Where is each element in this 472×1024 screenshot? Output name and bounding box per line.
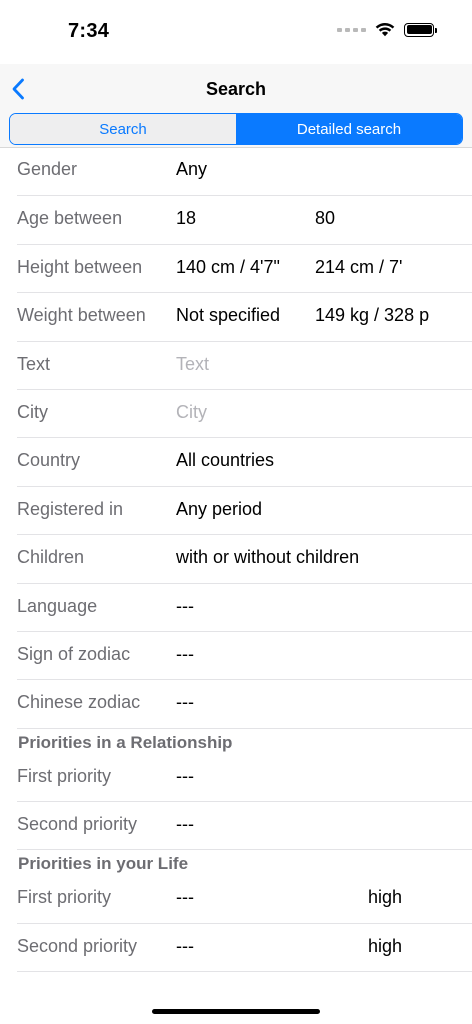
status-bar: 7:34 <box>0 0 472 64</box>
search-form: Gender Any Age between 18 80 Height betw… <box>0 148 472 988</box>
life-first-priority-value[interactable]: --- <box>176 887 194 908</box>
city-row: City City <box>17 390 472 439</box>
life-second-priority-label: Second priority <box>17 935 138 956</box>
country-label: Country <box>17 450 81 471</box>
children-value[interactable]: with or without children <box>176 547 359 568</box>
relationship-first-priority-value[interactable]: --- <box>176 766 194 787</box>
life-first-priority-level[interactable]: high <box>368 887 402 908</box>
page-title: Search <box>205 79 267 99</box>
city-label: City <box>17 401 48 422</box>
life-first-priority-label: First priority <box>17 887 111 908</box>
weight-from-value[interactable]: Not specified <box>176 305 280 326</box>
zodiac-label: Sign of zodiac <box>17 643 131 664</box>
weight-to-value[interactable]: 149 kg / 328 p <box>315 305 435 326</box>
country-value[interactable]: All countries <box>176 450 274 471</box>
weight-row: Weight between Not specified 149 kg / 32… <box>17 293 472 342</box>
chinese-zodiac-row[interactable]: Chinese zodiac --- <box>17 680 472 729</box>
tab-detailed-search[interactable]: Detailed search <box>236 114 462 144</box>
life-second-priority-row[interactable]: Second priority --- high <box>17 924 472 973</box>
chinese-zodiac-label: Chinese zodiac <box>17 692 141 713</box>
height-label: Height between <box>17 256 143 277</box>
text-label: Text <box>17 353 51 374</box>
height-from-value[interactable]: 140 cm / 4'7" <box>176 257 280 278</box>
cellular-signal-icon <box>337 27 366 32</box>
registered-label: Registered in <box>17 498 124 519</box>
life-second-priority-value[interactable]: --- <box>176 936 194 957</box>
relationship-second-priority-label: Second priority <box>17 814 138 835</box>
chinese-zodiac-value[interactable]: --- <box>176 692 194 713</box>
height-to-value[interactable]: 214 cm / 7' <box>315 257 435 278</box>
relationship-first-priority-label: First priority <box>17 765 111 786</box>
gender-row[interactable]: Gender Any <box>17 148 472 197</box>
gender-value[interactable]: Any <box>176 159 207 180</box>
status-icons <box>337 22 437 37</box>
country-row[interactable]: Country All countries <box>17 438 472 487</box>
age-label: Age between <box>17 208 123 229</box>
relationship-second-priority-value[interactable]: --- <box>176 814 194 835</box>
text-row: Text Text <box>17 342 472 390</box>
city-input[interactable]: City <box>176 402 207 423</box>
navigation-bar: Search Search Detailed search <box>0 64 472 148</box>
relationship-second-priority-row[interactable]: Second priority --- <box>17 802 472 851</box>
status-time: 7:34 <box>68 20 110 42</box>
zodiac-value[interactable]: --- <box>176 644 194 665</box>
relationship-priorities-header: Priorities in a Relationship <box>18 732 233 752</box>
language-value[interactable]: --- <box>176 596 194 617</box>
language-label: Language <box>17 595 98 616</box>
children-label: Children <box>17 547 85 568</box>
age-from-value[interactable]: 18 <box>176 208 196 229</box>
life-first-priority-row[interactable]: First priority --- high <box>17 875 472 924</box>
search-mode-segmented-control: Search Detailed search <box>9 113 463 145</box>
tab-search[interactable]: Search <box>10 114 236 144</box>
registered-value[interactable]: Any period <box>176 499 262 520</box>
text-input[interactable]: Text <box>176 354 209 375</box>
age-to-value[interactable]: 80 <box>315 208 435 229</box>
zodiac-row[interactable]: Sign of zodiac --- <box>17 632 472 681</box>
life-priorities-header: Priorities in your Life <box>18 854 189 874</box>
height-row: Height between 140 cm / 4'7" 214 cm / 7' <box>17 245 472 294</box>
language-row[interactable]: Language --- <box>17 584 472 632</box>
home-indicator <box>152 1009 320 1014</box>
age-row: Age between 18 80 <box>17 196 472 245</box>
children-row[interactable]: Children with or without children <box>17 535 472 584</box>
relationship-first-priority-row[interactable]: First priority --- <box>17 754 472 803</box>
registered-row[interactable]: Registered in Any period <box>17 487 472 536</box>
battery-icon <box>404 22 437 37</box>
weight-label: Weight between <box>17 305 146 326</box>
gender-label: Gender <box>17 159 78 179</box>
wifi-icon <box>375 23 395 37</box>
life-second-priority-level[interactable]: high <box>368 936 402 957</box>
